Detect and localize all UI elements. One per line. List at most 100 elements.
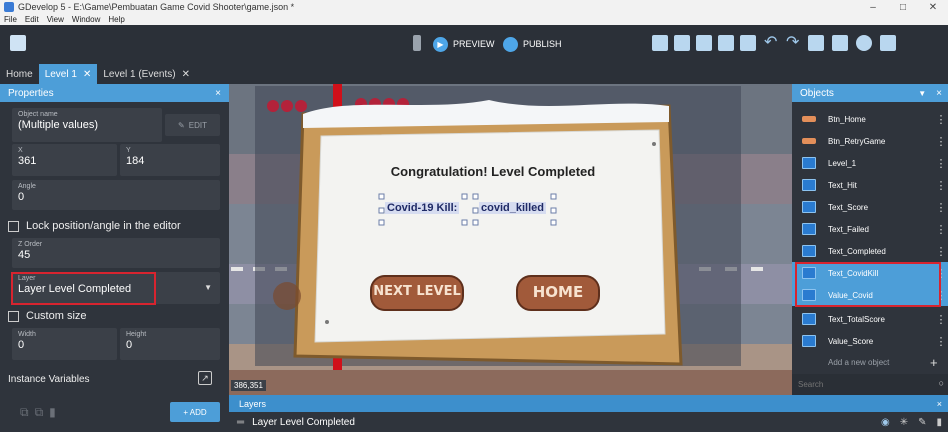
main-toolbar: ▶ PREVIEW PUBLISH ↶ ↷ [0, 25, 948, 62]
next-level-button[interactable]: NEXT LEVEL [371, 284, 463, 299]
lighting-icon[interactable]: ✳ [900, 417, 908, 428]
publish-label: PUBLISH [523, 39, 562, 49]
lock-position-checkbox[interactable]: Lock position/angle in the editor [8, 220, 181, 232]
text-object-icon [802, 157, 816, 169]
drag-handle-icon[interactable]: ═ [237, 417, 244, 428]
more-options-icon[interactable]: ⋮ [934, 335, 948, 348]
plus-icon[interactable]: + [930, 355, 938, 370]
object-name: Btn_Home [828, 114, 866, 124]
custom-size-label: Custom size [26, 310, 87, 322]
pencil-icon: ✎ [178, 120, 185, 130]
y-field[interactable]: Y 184 [120, 144, 220, 176]
scene-editor-canvas[interactable]: Congratulation! Level Completed Covid-19… [229, 84, 792, 395]
close-window-button[interactable]: ✕ [918, 2, 948, 13]
z-order-value: 45 [18, 249, 31, 261]
debug-icon[interactable] [413, 35, 421, 51]
object-item-value-score[interactable]: Value_Score ⋮ [792, 330, 948, 352]
minimize-button[interactable]: – [858, 2, 888, 13]
more-options-icon[interactable]: ⋮ [934, 313, 948, 326]
delete-icon[interactable] [808, 35, 824, 51]
object-search-field[interactable]: ○ [792, 374, 948, 395]
copy-paste-delete-icons[interactable]: ⧉⧉▮ [20, 405, 62, 420]
menu-edit[interactable]: Edit [25, 15, 39, 24]
object-item-text-failed[interactable]: Text_Failed ⋮ [792, 218, 948, 240]
congratulation-text[interactable]: Congratulation! Level Completed [363, 164, 623, 179]
object-groups-icon[interactable] [674, 35, 690, 51]
layer-row[interactable]: ═ Layer Level Completed ◉ ✳ ✎ ▮ [229, 412, 948, 432]
grid-icon[interactable] [832, 35, 848, 51]
menu-help[interactable]: Help [108, 15, 124, 24]
object-item-text-totalscore[interactable]: Text_TotalScore ⋮ [792, 308, 948, 330]
object-name: Text_Score [828, 202, 869, 212]
close-tab-icon[interactable]: ✕ [182, 69, 190, 80]
close-panel-icon[interactable]: × [937, 399, 942, 409]
x-field[interactable]: X 361 [12, 144, 117, 176]
add-variable-button[interactable]: + ADD [170, 402, 220, 422]
layers-title: Layers [239, 398, 267, 409]
custom-size-checkbox[interactable]: Custom size [8, 310, 87, 322]
height-field[interactable]: Height 0 [120, 328, 220, 360]
object-item-btn-retrygame[interactable]: Btn_RetryGame ⋮ [792, 130, 948, 152]
button-sprite-icon [802, 116, 816, 122]
close-panel-icon[interactable]: × [215, 88, 221, 99]
more-options-icon[interactable]: ⋮ [934, 157, 948, 170]
value-covid-text[interactable]: covid_killed [479, 202, 546, 214]
edit-layer-icon[interactable]: ✎ [918, 417, 926, 428]
menu-view[interactable]: View [47, 15, 64, 24]
more-options-icon[interactable]: ⋮ [934, 245, 948, 258]
tab-level-1[interactable]: Level 1 ✕ [38, 64, 98, 84]
object-item-text-completed[interactable]: Text_Completed ⋮ [792, 240, 948, 262]
close-tab-icon[interactable]: ✕ [83, 69, 91, 80]
text-covid-kill-label[interactable]: Covid-19 Kill: [385, 202, 460, 214]
more-options-icon[interactable]: ⋮ [934, 201, 948, 214]
tab-level-1-events[interactable]: Level 1 (Events) ✕ [97, 64, 196, 84]
visibility-eye-icon[interactable]: ◉ [881, 417, 890, 428]
more-options-icon[interactable]: ⋮ [934, 179, 948, 192]
properties-panel: Properties × Object name (Multiple value… [0, 84, 229, 432]
object-item-btn-home[interactable]: Btn_Home ⋮ [792, 108, 948, 130]
properties-icon[interactable] [696, 35, 712, 51]
undo-icon[interactable]: ↶ [764, 35, 780, 51]
redo-icon[interactable]: ↷ [786, 35, 802, 51]
y-label: Y [126, 147, 131, 154]
more-options-icon[interactable]: ⋮ [934, 135, 948, 148]
project-manager-icon[interactable] [10, 35, 26, 51]
angle-field[interactable]: Angle 0 [12, 180, 220, 210]
search-input[interactable] [792, 374, 922, 395]
scene-properties-icon[interactable] [880, 35, 896, 51]
search-icon: ○ [938, 378, 944, 388]
objects-header: Objects ▼ × [792, 84, 948, 102]
lock-label: Lock position/angle in the editor [26, 220, 181, 232]
close-panel-icon[interactable]: × [936, 88, 942, 99]
preview-button[interactable]: ▶ PREVIEW [433, 35, 495, 53]
maximize-button[interactable]: □ [888, 2, 918, 13]
open-objects-icon[interactable] [652, 35, 668, 51]
open-variables-icon[interactable]: ↗ [198, 371, 212, 385]
object-item-text-score[interactable]: Text_Score ⋮ [792, 196, 948, 218]
more-options-icon[interactable]: ⋮ [934, 113, 948, 126]
publish-button[interactable]: PUBLISH [503, 35, 562, 53]
home-button[interactable]: HOME [517, 283, 599, 301]
x-value: 361 [18, 155, 37, 167]
object-name: Text_Failed [828, 224, 869, 234]
object-item-level-1[interactable]: Level_1 ⋮ [792, 152, 948, 174]
menu-file[interactable]: File [4, 15, 17, 24]
menu-window[interactable]: Window [72, 15, 100, 24]
filter-icon[interactable]: ▼ [918, 89, 926, 98]
properties-title: Properties [8, 87, 54, 99]
edit-object-button[interactable]: ✎ EDIT [165, 114, 220, 136]
delete-layer-icon[interactable]: ▮ [936, 417, 942, 428]
zoom-icon[interactable] [856, 35, 872, 51]
checkbox-icon [8, 220, 19, 232]
x-label: X [18, 147, 23, 154]
width-field[interactable]: Width 0 [12, 328, 117, 360]
object-item-text-hit[interactable]: Text_Hit ⋮ [792, 174, 948, 196]
tab-home[interactable]: Home [0, 64, 39, 84]
more-options-icon[interactable]: ⋮ [934, 223, 948, 236]
z-order-field[interactable]: Z Order 45 [12, 238, 220, 268]
add-new-object-button[interactable]: Add a new object [828, 358, 889, 367]
instances-list-icon[interactable] [718, 35, 734, 51]
properties-header: Properties × [0, 84, 229, 102]
objects-title: Objects [800, 87, 834, 99]
layers-icon[interactable] [740, 35, 756, 51]
